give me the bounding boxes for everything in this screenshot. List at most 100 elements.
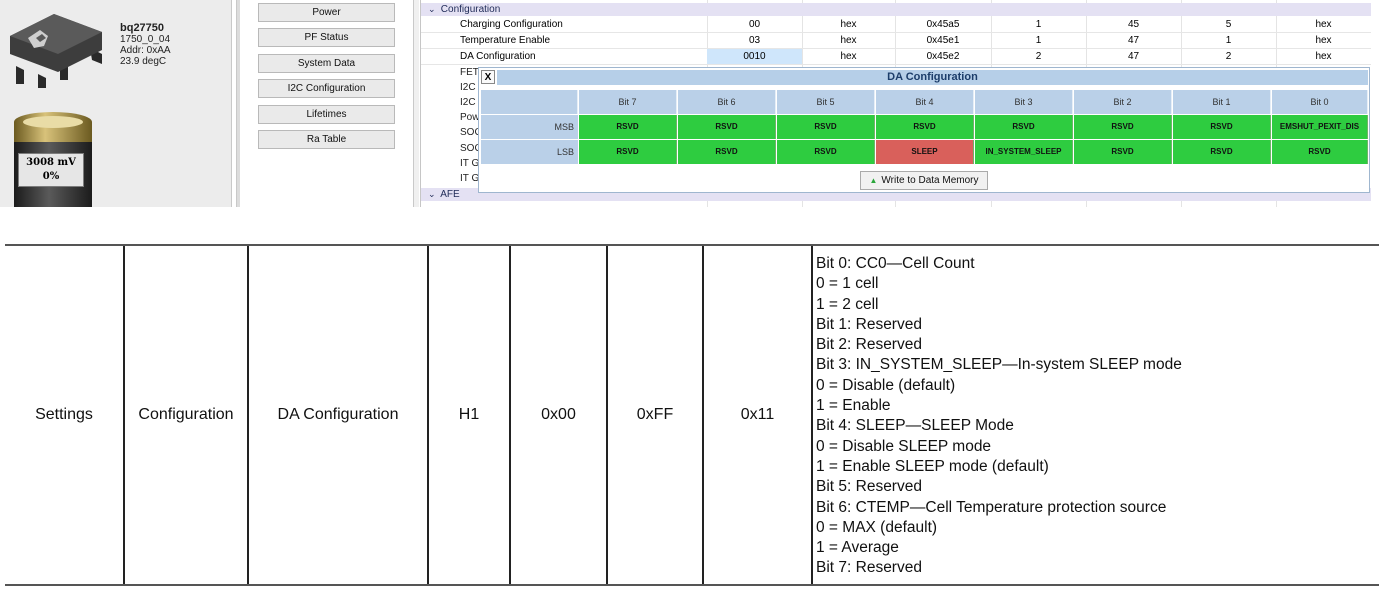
param-value[interactable]: 0010 — [707, 49, 802, 64]
lsb-bit-3[interactable]: IN_SYSTEM_SLEEP — [975, 140, 1073, 164]
spec-class: Settings — [35, 406, 93, 423]
param-unit: hex — [840, 35, 857, 46]
description-line: 1 = Average — [816, 539, 899, 557]
description-line: Bit 1: Reserved — [816, 315, 922, 333]
param-value[interactable]: 00 — [707, 17, 802, 32]
description-line: Bit 5: Reserved — [816, 478, 922, 496]
section-header-configuration[interactable]: ⌄ Configuration — [421, 3, 1371, 16]
arrow-up-icon: ▲ — [869, 176, 878, 185]
section-label: Configuration — [440, 4, 501, 15]
section-label: AFE — [440, 189, 460, 200]
data-memory-nav: Power PF Status System Data I2C Configur… — [241, 0, 413, 207]
msb-bit-6[interactable]: RSVD — [678, 115, 776, 139]
nav-button-power[interactable]: Power — [258, 3, 395, 22]
msb-bit-7[interactable]: RSVD — [579, 115, 677, 139]
lsb-bit-2[interactable]: RSVD — [1074, 140, 1172, 164]
row-label-truncated: IT G — [460, 173, 480, 184]
param-offset: 1 — [1225, 35, 1232, 46]
description-line: Bit 7: Reserved — [816, 559, 922, 577]
msb-bit-2[interactable]: RSVD — [1074, 115, 1172, 139]
spec-default: 0x11 — [740, 406, 775, 423]
row-label-truncated: FET — [460, 67, 479, 78]
lsb-label: LSB — [481, 140, 578, 164]
chip-icon — [10, 14, 102, 88]
lsb-bit-7[interactable]: RSVD — [579, 140, 677, 164]
device-address: Addr: 0xAA — [120, 45, 171, 56]
lsb-bit-5[interactable]: RSVD — [777, 140, 875, 164]
device-temperature: 23.9 degC — [120, 56, 167, 67]
bit-header: Bit 6 — [678, 90, 776, 114]
close-button[interactable]: X — [481, 70, 495, 84]
table-row-selected[interactable]: DA Configuration 0010 hex 0x45e2 2 47 2 … — [421, 49, 1371, 65]
msb-bit-4[interactable]: RSVD — [876, 115, 974, 139]
battery-voltage: 3008 mV — [26, 157, 76, 168]
chevron-down-icon: ⌄ — [428, 4, 436, 14]
bit-header: Bit 4 — [876, 90, 974, 114]
popup-title: DA Configuration — [497, 70, 1368, 85]
description-line: 0 = 1 cell — [816, 275, 879, 293]
write-button-label: Write to Data Memory — [881, 175, 979, 186]
description-line: 1 = Enable — [816, 397, 891, 415]
param-address: 0x45e2 — [926, 51, 960, 62]
lsb-bit-4-set[interactable]: SLEEP — [876, 140, 974, 164]
write-to-data-memory-button[interactable]: ▲ Write to Data Memory — [860, 171, 988, 190]
lsb-bit-1[interactable]: RSVD — [1173, 140, 1271, 164]
spec-subclass: Configuration — [138, 406, 234, 423]
spec-max: 0xFF — [636, 406, 674, 423]
param-size: 2 — [1035, 51, 1042, 62]
description-line: Bit 2: Reserved — [816, 336, 922, 354]
lsb-bit-0[interactable]: RSVD — [1272, 140, 1368, 164]
table-row[interactable]: Charging Configuration 00 hex 0x45a5 1 4… — [421, 17, 1371, 33]
description-line: Bit 3: IN_SYSTEM_SLEEP—In-system SLEEP m… — [816, 356, 1182, 374]
param-subclass: 47 — [1127, 51, 1140, 62]
description-line: 1 = 2 cell — [816, 295, 879, 313]
description-line: Bit 4: SLEEP—SLEEP Mode — [816, 417, 1014, 435]
param-name: Temperature Enable — [460, 35, 551, 46]
lsb-bit-6[interactable]: RSVD — [678, 140, 776, 164]
panel-splitter[interactable] — [413, 0, 419, 207]
param-address: 0x45e1 — [926, 35, 960, 46]
description-line: 0 = MAX (default) — [816, 518, 938, 536]
panel-splitter[interactable] — [236, 0, 240, 207]
param-format: hex — [1315, 35, 1332, 46]
battery-percent: 0% — [42, 171, 60, 182]
device-name: bq27750 — [120, 22, 165, 34]
spec-min: 0x00 — [541, 406, 576, 423]
datasheet-table-row: Settings Configuration DA Configuration … — [5, 244, 1379, 586]
msb-bit-0[interactable]: EMSHUT_PEXIT_DIS — [1272, 115, 1368, 139]
bit-header: Bit 5 — [777, 90, 875, 114]
param-size: 1 — [1035, 35, 1042, 46]
param-unit: hex — [840, 19, 857, 30]
nav-button-i2c-configuration[interactable]: I2C Configuration — [258, 79, 395, 98]
param-offset: 2 — [1225, 51, 1232, 62]
param-value[interactable]: 03 — [707, 33, 802, 48]
spec-description: Bit 0: CC0—Cell Count 0 = 1 cell 1 = 2 c… — [816, 254, 1376, 579]
description-line: 0 = Disable (default) — [816, 376, 956, 394]
nav-button-lifetimes[interactable]: Lifetimes — [258, 105, 395, 124]
param-subclass: 45 — [1127, 19, 1140, 30]
msb-label: MSB — [481, 115, 578, 139]
corner-cell — [481, 90, 578, 114]
row-label-truncated: Pow — [460, 112, 480, 123]
row-label-truncated: IT G — [460, 158, 480, 169]
bit-header: Bit 1 — [1173, 90, 1271, 114]
msb-bit-1[interactable]: RSVD — [1173, 115, 1271, 139]
device-firmware: 1750_0_04 — [120, 34, 171, 45]
nav-button-ra-table[interactable]: Ra Table — [258, 130, 395, 149]
table-row[interactable]: Temperature Enable 03 hex 0x45e1 1 47 1 … — [421, 33, 1371, 49]
bqstudio-screenshot: bq27750 1750_0_04 Addr: 0xAA 23.9 degC 3… — [0, 0, 1389, 207]
nav-button-system-data[interactable]: System Data — [258, 54, 395, 73]
param-size: 1 — [1035, 19, 1042, 30]
description-line: Bit 0: CC0—Cell Count — [816, 255, 975, 272]
param-format: hex — [1315, 19, 1332, 30]
param-name: Charging Configuration — [460, 19, 563, 30]
nav-button-pf-status[interactable]: PF Status — [258, 28, 395, 47]
param-format: hex — [1315, 51, 1332, 62]
param-subclass: 47 — [1127, 35, 1140, 46]
bit-header: Bit 0 — [1272, 90, 1368, 114]
device-panel: bq27750 1750_0_04 Addr: 0xAA 23.9 degC 3… — [0, 0, 232, 207]
msb-bit-5[interactable]: RSVD — [777, 115, 875, 139]
description-line: 0 = Disable SLEEP mode — [816, 437, 992, 455]
bit-header: Bit 2 — [1074, 90, 1172, 114]
msb-bit-3[interactable]: RSVD — [975, 115, 1073, 139]
